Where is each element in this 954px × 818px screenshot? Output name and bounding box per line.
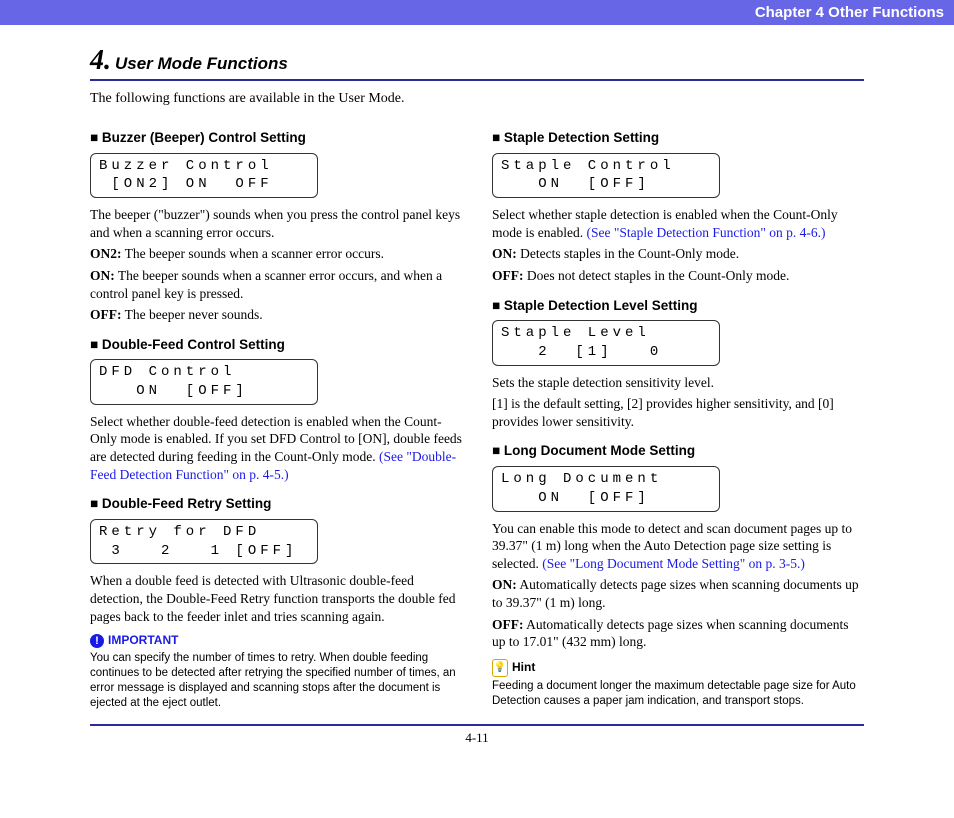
buzzer-desc: The beeper ("buzzer") sounds when you pr…	[90, 206, 462, 241]
long-doc-crossref-link[interactable]: (See "Long Document Mode Setting" on p. …	[542, 556, 805, 571]
right-column: Staple Detection Setting Staple Control …	[492, 117, 864, 710]
chapter-header: Chapter 4 Other Functions	[0, 0, 954, 25]
long-doc-lcd: Long Document ON [OFF]	[492, 466, 720, 512]
text: Does not detect staples in the Count-Onl…	[524, 268, 790, 283]
left-column: Buzzer (Beeper) Control Setting Buzzer C…	[90, 117, 462, 710]
label: ON:	[492, 577, 517, 592]
long-doc-off: OFF: Automatically detects page sizes wh…	[492, 616, 864, 651]
label: OFF:	[492, 617, 524, 632]
long-doc-desc: You can enable this mode to detect and s…	[492, 520, 864, 573]
lcd-line: [ON2] ON OFF	[99, 176, 273, 192]
label: ON2:	[90, 246, 122, 261]
important-label: IMPORTANT	[108, 633, 178, 649]
lcd-line: Retry for DFD	[99, 524, 260, 540]
section-number: 4.	[90, 45, 111, 76]
retry-lcd: Retry for DFD 3 2 1 [OFF]	[90, 519, 318, 565]
hint-text: Feeding a document longer the maximum de…	[492, 679, 864, 709]
staple-level-p2: [1] is the default setting, [2] provides…	[492, 395, 864, 430]
long-doc-heading: Long Document Mode Setting	[492, 442, 864, 460]
staple-crossref-link[interactable]: (See "Staple Detection Function" on p. 4…	[586, 225, 825, 240]
staple-detect-lcd: Staple Control ON [OFF]	[492, 153, 720, 199]
page-footer: 4-11	[90, 724, 864, 746]
lcd-line: Long Document	[501, 471, 662, 487]
important-icon: !	[90, 634, 104, 648]
staple-on: ON: Detects staples in the Count-Only mo…	[492, 245, 864, 263]
staple-level-lcd: Staple Level 2 [1] 0	[492, 320, 720, 366]
buzzer-heading: Buzzer (Beeper) Control Setting	[90, 129, 462, 147]
important-text: You can specify the number of times to r…	[90, 651, 462, 711]
dfd-desc: Select whether double-feed detection is …	[90, 413, 462, 483]
buzzer-on: ON: The beeper sounds when a scanner err…	[90, 267, 462, 302]
lcd-line: ON [OFF]	[99, 383, 248, 399]
lcd-line: ON [OFF]	[501, 490, 650, 506]
text: The beeper sounds when a scanner error o…	[122, 246, 385, 261]
section-title-row: 4. User Mode Functions	[90, 45, 864, 81]
staple-level-heading: Staple Detection Level Setting	[492, 297, 864, 315]
staple-detect-desc: Select whether staple detection is enabl…	[492, 206, 864, 241]
lcd-line: DFD Control	[99, 364, 235, 380]
text: Automatically detects page sizes when sc…	[492, 577, 859, 610]
dfd-lcd: DFD Control ON [OFF]	[90, 359, 318, 405]
intro-text: The following functions are available in…	[90, 91, 864, 107]
lcd-line: Staple Control	[501, 158, 675, 174]
staple-off: OFF: Does not detect staples in the Coun…	[492, 267, 864, 285]
label: OFF:	[90, 307, 122, 322]
text: Automatically detects page sizes when sc…	[492, 617, 849, 650]
important-callout: ! IMPORTANT	[90, 633, 462, 649]
lcd-line: Staple Level	[501, 325, 650, 341]
text: Detects staples in the Count-Only mode.	[517, 246, 739, 261]
section-title: User Mode Functions	[115, 54, 288, 73]
lcd-line: 2 [1] 0	[501, 344, 662, 360]
hint-callout: 💡 Hint	[492, 659, 864, 677]
staple-level-p1: Sets the staple detection sensitivity le…	[492, 374, 864, 392]
text: The beeper sounds when a scanner error o…	[90, 268, 442, 301]
dfd-heading: Double-Feed Control Setting	[90, 336, 462, 354]
hint-label: Hint	[512, 660, 535, 676]
buzzer-on2: ON2: The beeper sounds when a scanner er…	[90, 245, 462, 263]
text: The beeper never sounds.	[122, 307, 263, 322]
retry-heading: Double-Feed Retry Setting	[90, 495, 462, 513]
hint-icon: 💡	[492, 659, 508, 677]
lcd-line: Buzzer Control	[99, 158, 273, 174]
two-column-layout: Buzzer (Beeper) Control Setting Buzzer C…	[90, 117, 864, 710]
buzzer-off: OFF: The beeper never sounds.	[90, 306, 462, 324]
page-number: 4-11	[465, 730, 488, 745]
retry-desc: When a double feed is detected with Ultr…	[90, 572, 462, 625]
label: OFF:	[492, 268, 524, 283]
lcd-line: ON [OFF]	[501, 176, 650, 192]
label: ON:	[90, 268, 115, 283]
label: ON:	[492, 246, 517, 261]
buzzer-lcd: Buzzer Control [ON2] ON OFF	[90, 153, 318, 199]
long-doc-on: ON: Automatically detects page sizes whe…	[492, 576, 864, 611]
page-body: 4. User Mode Functions The following fun…	[0, 25, 954, 746]
lcd-line: 3 2 1 [OFF]	[99, 543, 297, 559]
staple-detect-heading: Staple Detection Setting	[492, 129, 864, 147]
